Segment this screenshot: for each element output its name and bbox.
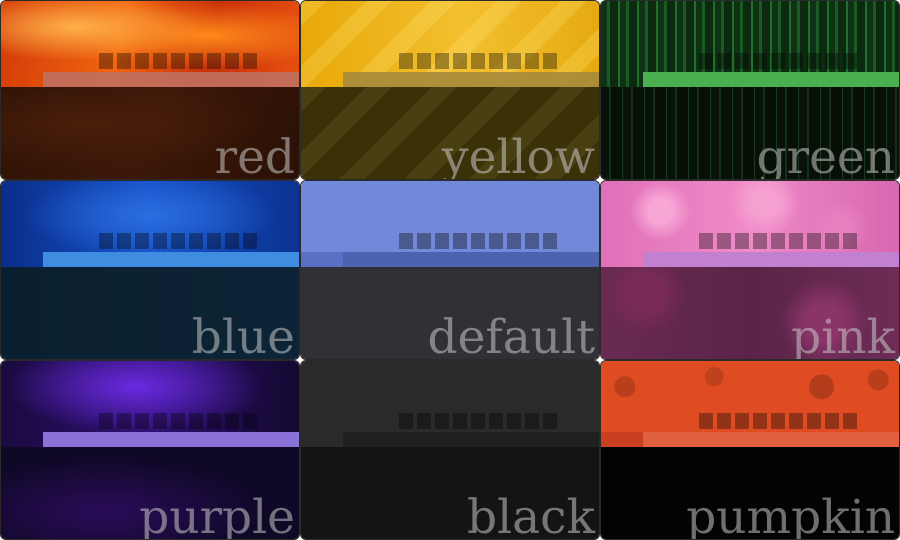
theme-label: red: [214, 130, 295, 179]
accent-bar: [43, 252, 299, 267]
theme-tile-default[interactable]: default: [301, 181, 599, 359]
placeholder-text: [99, 413, 261, 429]
theme-tile-black[interactable]: black: [301, 361, 599, 539]
accent-bar: [43, 72, 299, 87]
accent-bar: [643, 252, 899, 267]
accent-bar-left: [601, 432, 643, 447]
placeholder-text: [699, 413, 861, 429]
theme-label: green: [756, 130, 895, 179]
accent-bar: [43, 432, 299, 447]
placeholder-text: [699, 233, 861, 249]
theme-label: yellow: [442, 130, 595, 179]
accent-bar: [343, 432, 599, 447]
placeholder-text: [399, 413, 561, 429]
accent-bar: [643, 72, 899, 87]
theme-label: blue: [191, 310, 295, 359]
placeholder-text: [699, 53, 861, 69]
placeholder-text: [399, 53, 561, 69]
accent-bar: [343, 72, 599, 87]
theme-tile-blue[interactable]: blue: [1, 181, 299, 359]
placeholder-text: [399, 233, 561, 249]
theme-tile-red[interactable]: red: [1, 1, 299, 179]
theme-tile-purple[interactable]: purple: [1, 361, 299, 539]
theme-label: pink: [791, 310, 895, 359]
theme-tile-yellow[interactable]: yellow: [301, 1, 599, 179]
placeholder-text: [99, 233, 261, 249]
theme-label: default: [427, 310, 595, 359]
placeholder-text: [99, 53, 261, 69]
theme-grid: red yellow green blue default pink purpl…: [0, 0, 900, 540]
theme-label: pumpkin: [686, 490, 895, 539]
theme-tile-pumpkin[interactable]: pumpkin: [601, 361, 899, 539]
theme-tile-green[interactable]: green: [601, 1, 899, 179]
accent-bar-left: [301, 252, 343, 267]
theme-label: purple: [139, 490, 295, 539]
accent-bar: [343, 252, 599, 267]
theme-tile-pink[interactable]: pink: [601, 181, 899, 359]
accent-bar: [643, 432, 899, 447]
theme-label: black: [467, 490, 595, 539]
